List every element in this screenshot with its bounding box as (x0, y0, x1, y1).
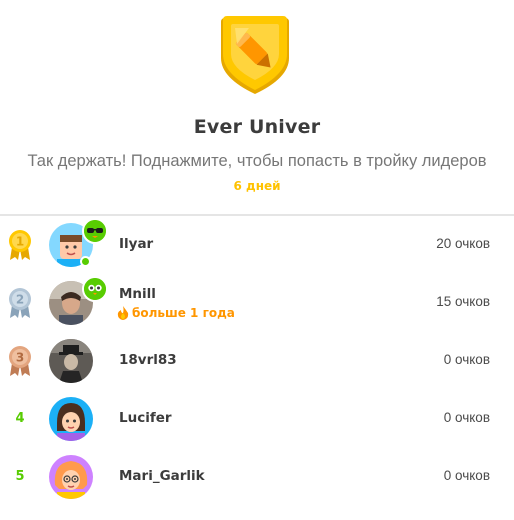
sunglasses-duo-icon (82, 218, 108, 244)
league-header: Ever Univer Так держать! Поднажмите, что… (0, 0, 514, 214)
rank-number: 4 (15, 411, 25, 426)
user-name[interactable]: Lucifer (119, 410, 172, 426)
user-name[interactable]: Mari_Garlik (119, 468, 205, 484)
xp-score: 0 очков (443, 410, 490, 425)
streak-label: больше 1 года (117, 306, 235, 320)
svg-text:1: 1 (16, 235, 24, 249)
leaderboard-row[interactable]: 2 Mnill больше 1 года 15 очков (0, 274, 514, 332)
xp-score: 15 очков (436, 294, 490, 309)
svg-text:2: 2 (16, 293, 24, 307)
league-title: Ever Univer (193, 116, 321, 138)
rank-number: 5 (15, 469, 25, 484)
streak-text: больше 1 года (132, 306, 235, 320)
bronze-medal-icon: 3 (9, 346, 31, 376)
user-name[interactable]: 18vrl83 (119, 352, 177, 368)
leaderboard-row[interactable]: 3 18vrl83 0 очков (0, 332, 514, 390)
silver-medal-icon: 2 (9, 288, 31, 318)
user-name[interactable]: Ilyar (119, 236, 153, 252)
online-status-dot (80, 256, 91, 267)
svg-text:3: 3 (16, 351, 24, 365)
leaderboard-row[interactable]: 4 Lucifer 0 очков (0, 390, 514, 448)
league-subtitle: Так держать! Поднажмите, чтобы попасть в… (27, 152, 487, 170)
league-badge-icon (221, 16, 289, 94)
days-remaining: 6 дней (233, 179, 281, 193)
xp-score: 0 очков (443, 468, 490, 483)
avatar[interactable] (49, 397, 93, 441)
user-name[interactable]: Mnill (119, 286, 156, 302)
leaderboard-row[interactable]: 5 Mari_Garlik 0 очков (0, 448, 514, 506)
avatar[interactable] (49, 455, 93, 499)
xp-score: 20 очков (436, 236, 490, 251)
duo-owl-icon (82, 276, 108, 302)
avatar[interactable] (49, 339, 93, 383)
leaderboard-row[interactable]: 1 Ilyar 20 очков (0, 216, 514, 274)
xp-score: 0 очков (443, 352, 490, 367)
fire-icon (117, 306, 129, 320)
gold-medal-icon: 1 (9, 230, 31, 260)
